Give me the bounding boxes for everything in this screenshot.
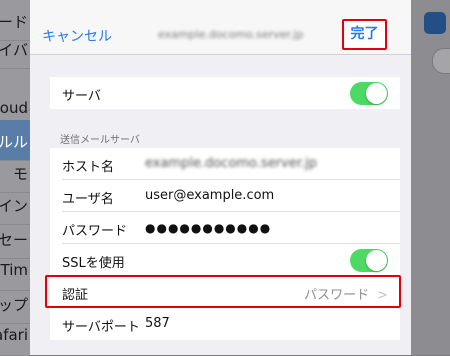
background-toggle xyxy=(432,48,450,74)
ssl-toggle[interactable] xyxy=(350,249,388,272)
password-field[interactable]: ●●●●●●●●●●● xyxy=(145,221,271,235)
server-group: サーバ xyxy=(50,77,400,109)
cancel-button[interactable]: キャンセル xyxy=(42,26,112,46)
hostname-field[interactable]: example.docomo.server.jp xyxy=(145,156,317,171)
background-detail-pane xyxy=(410,0,450,355)
background-list-item: afari xyxy=(0,315,30,356)
server-row: サーバ xyxy=(50,77,400,109)
password-row[interactable]: パスワード ●●●●●●●●●●● xyxy=(50,212,400,244)
outgoing-server-header: 送信メールサーバ xyxy=(60,135,140,146)
nav-title: example.docomo.server.jp xyxy=(158,28,304,41)
ssl-row: SSLを使用 xyxy=(50,244,400,276)
toggle-knob xyxy=(366,83,387,104)
server-port-field[interactable]: 587 xyxy=(145,316,170,331)
username-row[interactable]: ユーザ名 user@example.com xyxy=(50,180,400,212)
username-label: ユーザ名 xyxy=(62,192,114,207)
server-port-row[interactable]: サーバポート 587 xyxy=(50,308,400,340)
toggle-knob xyxy=(366,250,387,271)
server-toggle[interactable] xyxy=(350,82,388,105)
authentication-highlight-box xyxy=(45,275,401,308)
hostname-row[interactable]: ホスト名 example.docomo.server.jp xyxy=(50,148,400,180)
app-icon xyxy=(424,12,446,34)
done-button[interactable]: 完了 xyxy=(342,19,387,50)
password-label: パスワード xyxy=(62,224,128,239)
background-list-item: ライバ xyxy=(0,28,30,69)
ssl-label: SSLを使用 xyxy=(62,256,125,271)
server-port-label: サーバポート xyxy=(62,320,140,335)
server-label: サーバ xyxy=(62,89,101,104)
username-field[interactable]: user@example.com xyxy=(145,188,274,203)
hostname-label: ホスト名 xyxy=(62,160,115,175)
outgoing-server-group: ホスト名 example.docomo.server.jp ユーザ名 user@… xyxy=(50,148,400,340)
